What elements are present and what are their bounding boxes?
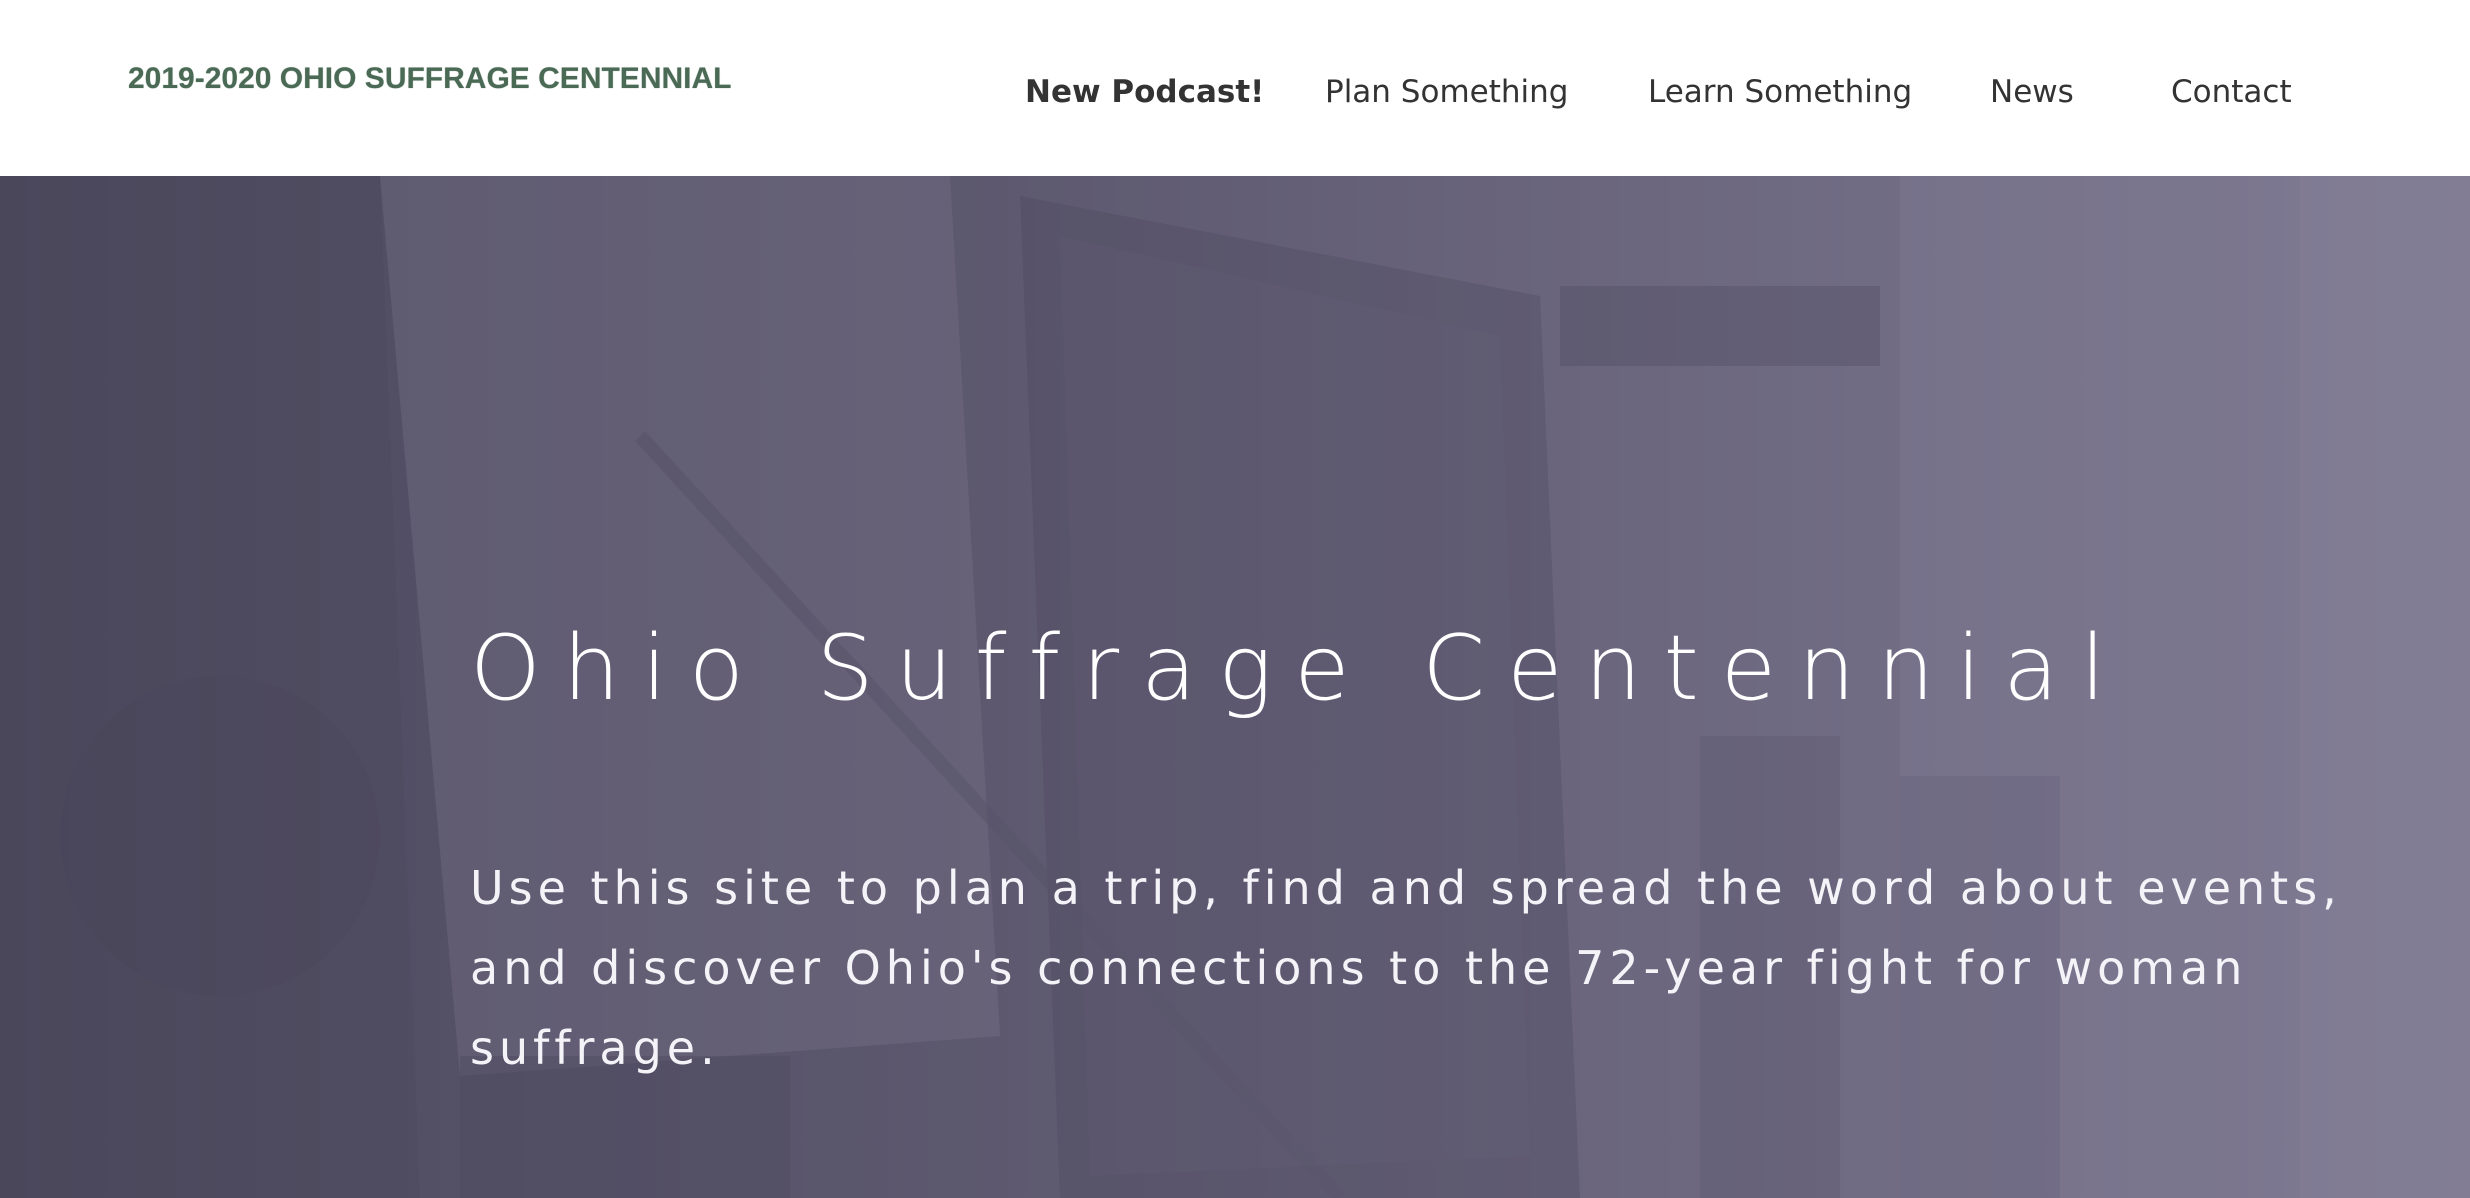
hero-section: Ohio Suffrage Centennial Use this site t… bbox=[0, 176, 2470, 1198]
hero-title: Ohio Suffrage Centennial bbox=[470, 616, 2128, 721]
hero-description: Use this site to plan a trip, find and s… bbox=[470, 861, 2342, 1075]
nav-item-learn-something[interactable]: Learn Something bbox=[1648, 74, 1912, 110]
nav-item-news[interactable]: News bbox=[1990, 74, 2074, 110]
site-header: 2019-2020 OHIO SUFFRAGE CENTENNIAL New P… bbox=[0, 0, 2470, 176]
nav-item-new-podcast[interactable]: New Podcast! bbox=[1025, 74, 1264, 110]
nav-item-contact[interactable]: Contact bbox=[2171, 74, 2292, 110]
nav-item-plan-something[interactable]: Plan Something bbox=[1325, 74, 1568, 110]
main-nav: New Podcast! Plan Something Learn Someth… bbox=[0, 74, 2470, 118]
